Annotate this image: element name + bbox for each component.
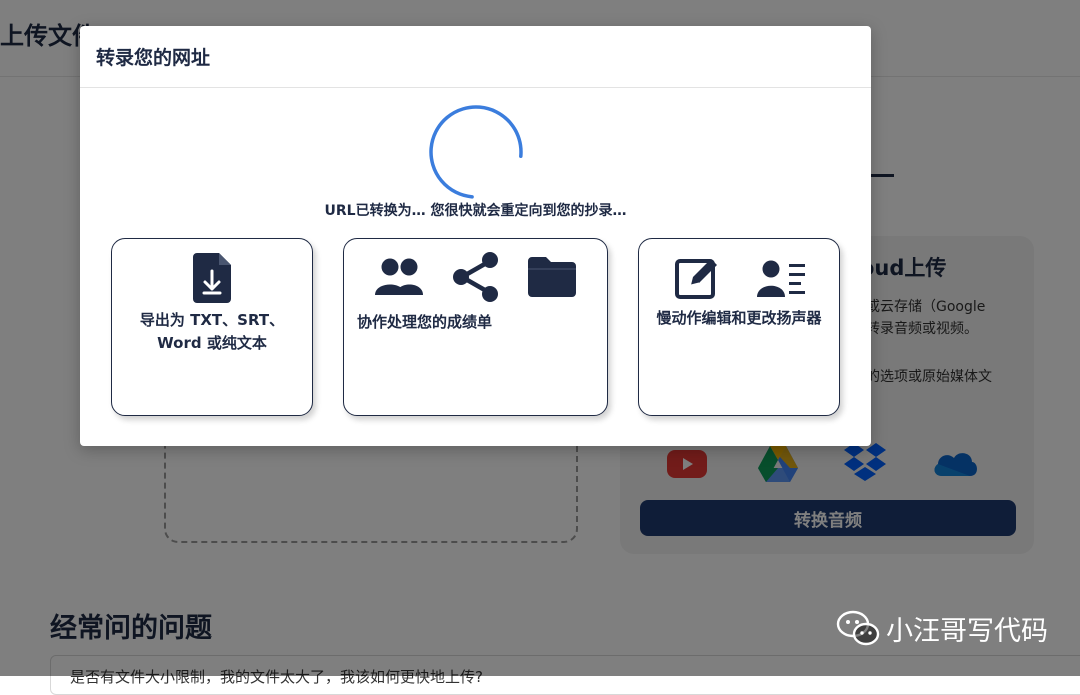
export-card-label: 导出为 TXT、SRT、Word 或纯文本 — [139, 311, 285, 352]
speaker-list-icon — [757, 260, 805, 297]
folder-icon — [528, 257, 576, 297]
edit-icon — [675, 259, 717, 299]
share-icon — [453, 252, 498, 302]
loading-spinner-icon — [429, 105, 523, 199]
status-message: URL已转换为… 您很快就会重定向到您的抄录… — [324, 203, 627, 219]
watermark: 小汪哥写代码 — [836, 608, 1048, 648]
collaborate-card-label: 协作处理您的成绩单 — [357, 313, 493, 331]
modal-title: 转录您的网址 — [96, 47, 211, 69]
transcribe-modal: 转录您的网址 URL已转换为… 您很快就会重定向到您的抄录… 导出为 TXT、S… — [80, 26, 871, 446]
edit-speakers-card-label: 慢动作编辑和更改扬声器 — [656, 309, 822, 327]
modal-header: 转录您的网址 — [80, 26, 871, 88]
file-download-icon — [193, 253, 231, 303]
collaborate-card[interactable]: 协作处理您的成绩单 — [343, 238, 608, 416]
export-card[interactable]: 导出为 TXT、SRT、Word 或纯文本 — [111, 238, 313, 416]
edit-speakers-card[interactable]: 慢动作编辑和更改扬声器 — [638, 238, 840, 416]
wechat-icon — [836, 610, 880, 646]
watermark-text: 小汪哥写代码 — [886, 615, 1048, 647]
users-icon — [375, 258, 423, 295]
